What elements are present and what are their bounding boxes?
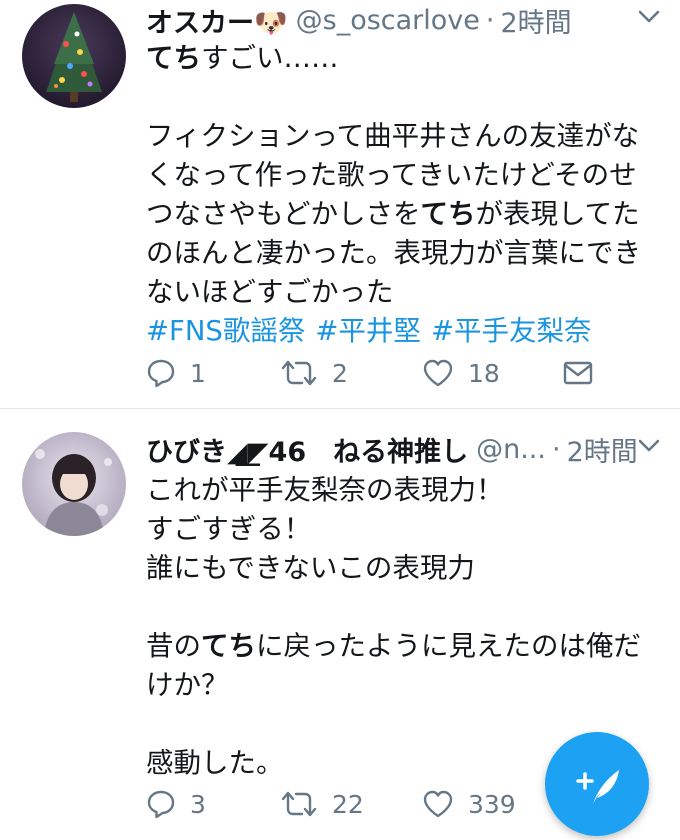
text-line: すごすぎる！ xyxy=(146,513,312,545)
hashtag-line: #FNS歌謡祭 #平井堅 #平手友梨奈 xyxy=(146,312,662,351)
separator-dot: · xyxy=(551,433,561,465)
text-line: のほんと凄かった。表現力が言葉にでき xyxy=(146,237,641,269)
reply-count: 3 xyxy=(190,789,206,819)
hashtag-link[interactable]: #平井堅 xyxy=(315,315,421,347)
avatar-christmas-tree-image xyxy=(22,4,126,108)
retweet-button[interactable]: 2 xyxy=(280,353,348,393)
text-fragment: が表現してた xyxy=(475,198,640,230)
tweet-1[interactable]: オスカー🐶 @s_oscarlove · 2時間 てちすごい…… フィクションっ… xyxy=(0,0,680,408)
text-fragment: 昔の xyxy=(146,630,201,662)
timestamp[interactable]: 2時間 xyxy=(567,430,638,469)
chevron-down-icon[interactable] xyxy=(638,439,660,453)
text-line: 誰にもできないこの表現力 xyxy=(146,552,475,584)
timestamp[interactable]: 2時間 xyxy=(500,1,571,40)
user-handle[interactable]: @s_oscarlove xyxy=(296,5,480,36)
avatar-portrait-image xyxy=(22,432,126,536)
tweet-header: ひびき◢͟͟͟͟◤46 ねる神推し @n... · 2時間 xyxy=(146,429,660,469)
text-line: くなって作った歌ってきいたけどそのせ xyxy=(146,159,637,191)
reply-count: 1 xyxy=(190,358,206,388)
compose-tweet-button[interactable] xyxy=(545,732,649,836)
avatar[interactable] xyxy=(22,4,126,108)
hashtag-link[interactable]: #平手友梨奈 xyxy=(431,315,592,347)
reply-button[interactable]: 1 xyxy=(146,353,206,393)
retweet-icon xyxy=(281,791,317,817)
tweet-header: オスカー🐶 @s_oscarlove · 2時間 xyxy=(146,0,660,40)
display-name[interactable]: オスカー🐶 xyxy=(146,1,288,40)
reply-icon xyxy=(147,790,175,819)
text-line: ないほどすごかった xyxy=(146,276,394,308)
like-count: 339 xyxy=(468,789,516,819)
text-line: フィクションって曲平井さんの友達がな xyxy=(146,120,640,152)
retweet-icon xyxy=(281,360,317,386)
avatar[interactable] xyxy=(22,432,126,536)
retweet-count: 22 xyxy=(332,789,364,819)
text-fragment: すごい…… xyxy=(201,42,339,74)
reply-icon xyxy=(147,359,175,388)
retweet-count: 2 xyxy=(332,358,348,388)
envelope-icon xyxy=(563,361,593,385)
like-button[interactable]: 18 xyxy=(422,353,500,393)
reply-button[interactable]: 3 xyxy=(146,784,206,824)
text-line: けか？ xyxy=(146,669,229,701)
like-count: 18 xyxy=(468,358,500,388)
chevron-down-icon[interactable] xyxy=(638,10,660,24)
display-name[interactable]: ひびき◢͟͟͟͟◤46 ねる神推し xyxy=(146,430,468,469)
like-button[interactable]: 339 xyxy=(422,784,516,824)
tweet-text: てちすごい…… フィクションって曲平井さんの友達がな くなって作った歌ってきいた… xyxy=(146,39,662,351)
text-line: これが平手友梨奈の表現力！ xyxy=(146,474,504,506)
retweet-button[interactable]: 22 xyxy=(280,784,364,824)
direct-message-button[interactable] xyxy=(562,353,594,393)
heart-icon xyxy=(423,790,453,818)
hashtag-link[interactable]: #FNS歌謡祭 xyxy=(146,315,305,347)
bold-keyword: てち xyxy=(201,630,256,662)
heart-icon xyxy=(423,359,453,387)
separator-dot: · xyxy=(485,4,495,36)
user-handle[interactable]: @n... xyxy=(476,434,546,465)
bold-keyword: てち xyxy=(146,42,201,74)
bold-keyword: てち xyxy=(420,198,476,230)
text-fragment: つなさやもどかしさを xyxy=(146,198,421,230)
compose-tweet-icon xyxy=(576,770,619,804)
text-fragment: に戻ったように見えたのは俺だ xyxy=(256,630,641,662)
